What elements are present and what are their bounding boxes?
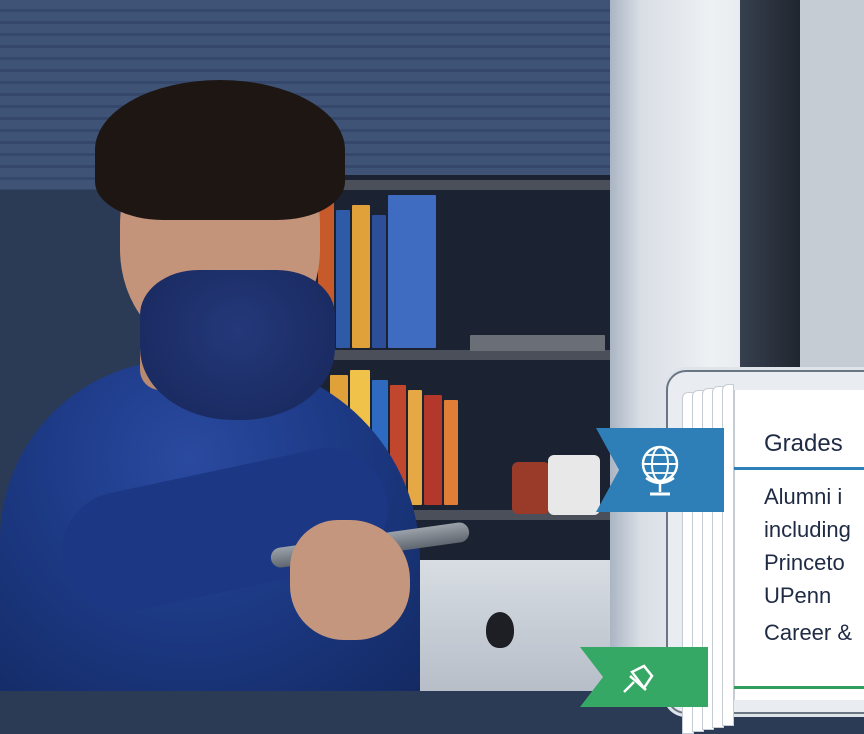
book: [388, 195, 436, 348]
apple-logo-icon: [486, 612, 514, 648]
book: [372, 215, 386, 348]
shelf-board: [300, 350, 615, 360]
alumni-line: UPenn: [764, 583, 832, 608]
alumni-text: Alumni i including Princeto UPenn: [764, 480, 864, 612]
face-mask: [140, 270, 335, 420]
grades-heading: Grades: [764, 430, 843, 457]
pushpin-icon: [623, 664, 654, 693]
alumni-line: Alumni i: [764, 484, 843, 509]
globe-icon: [641, 445, 679, 496]
alumni-line: Princeto: [764, 550, 845, 575]
wall: [800, 0, 864, 380]
door-frame: [740, 0, 800, 380]
heading-divider: [734, 467, 864, 470]
heading-divider: [734, 686, 864, 689]
book: [470, 335, 605, 351]
mug: [548, 455, 600, 515]
book: [444, 400, 458, 505]
book: [336, 210, 350, 348]
mug: [512, 462, 550, 514]
book: [424, 395, 442, 505]
shelf-board: [300, 180, 615, 190]
person-hair: [95, 80, 345, 220]
book: [352, 205, 370, 348]
person-hand: [290, 520, 410, 640]
book: [408, 390, 422, 505]
alumni-line: including: [764, 517, 851, 542]
career-heading: Career &: [764, 620, 853, 645]
